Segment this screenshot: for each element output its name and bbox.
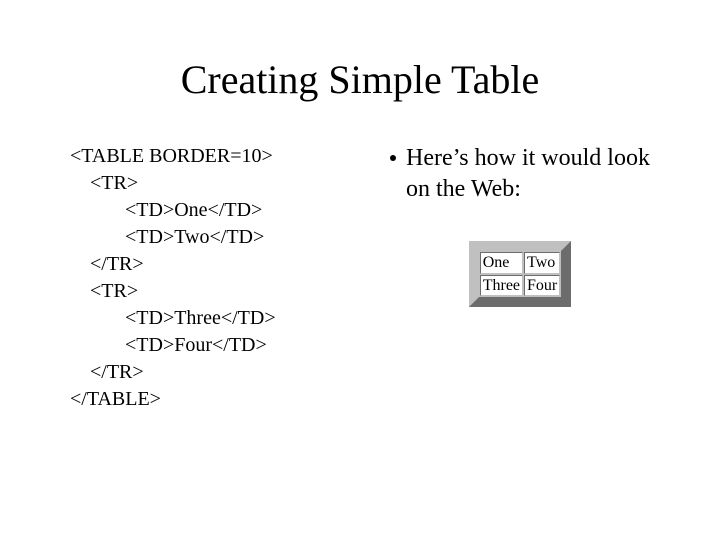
table-cell: Two xyxy=(524,252,560,273)
code-block: <TABLE BORDER=10> <TR> <TD>One</TD> <TD>… xyxy=(70,143,370,413)
bullet-item: Here’s how it would look on the Web: xyxy=(390,143,650,205)
table-cell: Four xyxy=(524,275,560,296)
slide-title: Creating Simple Table xyxy=(0,0,720,143)
code-line: <TD>Two</TD> xyxy=(70,224,370,251)
code-line: <TD>One</TD> xyxy=(70,197,370,224)
bullet-text: Here’s how it would look on the Web: xyxy=(406,143,650,205)
code-line: </TABLE> xyxy=(70,386,370,413)
code-line: <TR> xyxy=(70,170,370,197)
code-line: <TR> xyxy=(70,278,370,305)
code-line: <TD>Four</TD> xyxy=(70,332,370,359)
code-line: <TD>Three</TD> xyxy=(70,305,370,332)
example-table-wrap: One Two Three Four xyxy=(390,241,650,306)
table-row: One Two xyxy=(480,252,561,273)
table-cell: Three xyxy=(480,275,523,296)
code-line: </TR> xyxy=(70,251,370,278)
right-column: Here’s how it would look on the Web: One… xyxy=(370,143,650,413)
code-line: <TABLE BORDER=10> xyxy=(70,143,370,170)
content-columns: <TABLE BORDER=10> <TR> <TD>One</TD> <TD>… xyxy=(0,143,720,413)
table-row: Three Four xyxy=(480,275,561,296)
code-line: </TR> xyxy=(70,359,370,386)
example-table: One Two Three Four xyxy=(469,241,572,306)
bullet-icon xyxy=(390,155,396,161)
table-cell: One xyxy=(480,252,523,273)
